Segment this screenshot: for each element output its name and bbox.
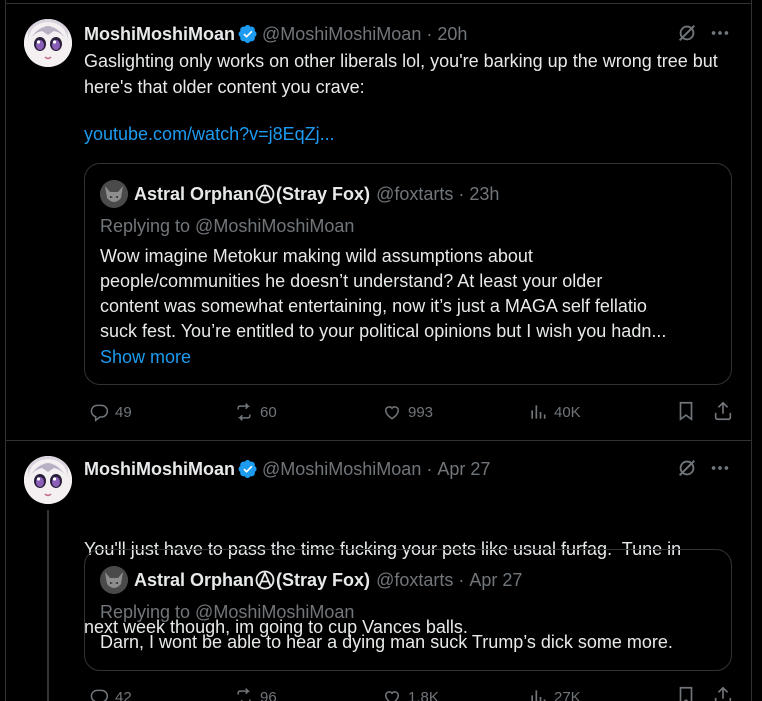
quote-author-name[interactable]: Astral Orphan (134, 570, 254, 591)
quote-header: Astral Orphan (Stray Fox) @foxtarts · Ap… (100, 566, 522, 594)
quoted-tweet[interactable]: Astral Orphan (Stray Fox) @foxtarts · 23… (84, 163, 732, 385)
quote-author-handle[interactable]: @foxtarts (376, 570, 453, 591)
author-handle[interactable]: @MoshiMoshiMoan (262, 24, 421, 45)
avatar[interactable] (24, 19, 72, 67)
quote-timestamp[interactable]: Apr 27 (469, 570, 522, 591)
reply-button[interactable]: 42 (89, 685, 132, 701)
repost-icon (237, 688, 251, 701)
tweet-text: Gaslighting only works on other liberals… (84, 51, 723, 97)
quote-header: Astral Orphan (Stray Fox) @foxtarts · 23… (100, 180, 499, 208)
quote-avatar[interactable] (100, 180, 128, 208)
verified-badge-icon (238, 460, 257, 478)
tweet-link[interactable]: youtube.com/watch?v=j8EqZj... (84, 124, 335, 145)
show-more-link[interactable]: Show more (100, 347, 191, 368)
quote-author-name-suffix: (Stray Fox) (276, 183, 371, 204)
like-icon (384, 406, 400, 420)
like-icon (384, 691, 400, 701)
quote-text-line: Wow imagine Metokur making wild assumpti… (100, 246, 533, 266)
share-icon[interactable] (712, 685, 734, 701)
author-name[interactable]: MoshiMoshiMoan (84, 459, 235, 480)
quote-author-handle[interactable]: @foxtarts (376, 184, 453, 205)
bookmark-icon[interactable] (675, 400, 697, 422)
like-button[interactable]: 1.8K (382, 685, 439, 701)
timestamp[interactable]: 20h (437, 24, 467, 45)
repost-icon (237, 403, 251, 421)
more-icon[interactable] (709, 22, 731, 44)
tweet-actions: 42 96 1.8K 27K (84, 685, 734, 701)
repost-count: 96 (260, 688, 277, 701)
views-button[interactable]: 27K (528, 685, 581, 701)
tweet-header: MoshiMoshiMoan @MoshiMoshiMoan · Apr 27 (84, 457, 490, 481)
reply-icon (90, 404, 109, 422)
reply-count: 42 (115, 688, 132, 701)
share-icon[interactable] (712, 400, 734, 422)
replying-to[interactable]: Replying to @MoshiMoshiMoan (100, 216, 354, 237)
quote-text: Wow imagine Metokur making wild assumpti… (100, 244, 720, 344)
separator-dot: · (458, 569, 465, 590)
views-button[interactable]: 40K (528, 400, 581, 424)
tweet[interactable]: MoshiMoshiMoan @MoshiMoshiMoan · Apr 27 … (5, 441, 752, 701)
anarchy-symbol-icon (255, 184, 275, 204)
avatar[interactable] (24, 456, 72, 504)
separator-dot: · (426, 23, 433, 44)
quote-author-name[interactable]: Astral Orphan (134, 184, 254, 205)
bookmark-icon[interactable] (675, 685, 697, 701)
views-icon (531, 690, 546, 701)
author-name[interactable]: MoshiMoshiMoan (84, 24, 235, 45)
views-count: 40K (554, 403, 581, 421)
tweet-header: MoshiMoshiMoan @MoshiMoshiMoan · 20h (84, 22, 467, 46)
views-icon (531, 405, 546, 419)
replying-to[interactable]: Replying to @MoshiMoshiMoan (100, 602, 354, 623)
like-count: 1.8K (408, 688, 439, 701)
separator-dot: · (426, 458, 433, 479)
quote-text-line: suck fest. You’re entitled to your polit… (100, 321, 667, 341)
like-count: 993 (408, 403, 434, 421)
tweet-actions: 49 60 993 40K (84, 400, 734, 424)
reply-count: 49 (115, 403, 132, 421)
grok-icon[interactable] (676, 457, 698, 479)
fox-avatar-image (100, 180, 128, 208)
repost-count: 60 (260, 403, 277, 421)
more-icon[interactable] (709, 457, 731, 479)
grok-icon[interactable] (676, 22, 698, 44)
quote-avatar[interactable] (100, 566, 128, 594)
author-handle[interactable]: @MoshiMoshiMoan (262, 459, 421, 480)
separator-dot: · (458, 183, 465, 204)
like-button[interactable]: 993 (382, 400, 433, 424)
quote-timestamp[interactable]: 23h (469, 184, 499, 205)
tweet[interactable]: MoshiMoshiMoan @MoshiMoshiMoan · 20h Gas… (5, 0, 752, 440)
repost-button[interactable]: 96 (234, 685, 277, 701)
anime-avatar-image (24, 456, 72, 504)
quote-text-line: people/communities he doesn’t understand… (100, 271, 603, 291)
reply-icon (90, 689, 109, 701)
thread-line (47, 510, 49, 701)
fox-avatar-image (100, 566, 128, 594)
quote-text: Darn, I wont be able to hear a dying man… (100, 632, 673, 652)
reply-button[interactable]: 49 (89, 400, 132, 424)
timestamp[interactable]: Apr 27 (437, 459, 490, 480)
views-count: 27K (554, 688, 581, 701)
verified-badge-icon (238, 25, 257, 43)
quote-author-name-suffix: (Stray Fox) (276, 569, 371, 590)
repost-button[interactable]: 60 (234, 400, 277, 424)
quote-text-line: content was somewhat entertaining, now i… (100, 296, 647, 316)
quoted-tweet[interactable]: Astral Orphan (Stray Fox) @foxtarts · Ap… (84, 549, 732, 671)
anarchy-symbol-icon (255, 570, 275, 590)
anime-avatar-image (24, 19, 72, 67)
